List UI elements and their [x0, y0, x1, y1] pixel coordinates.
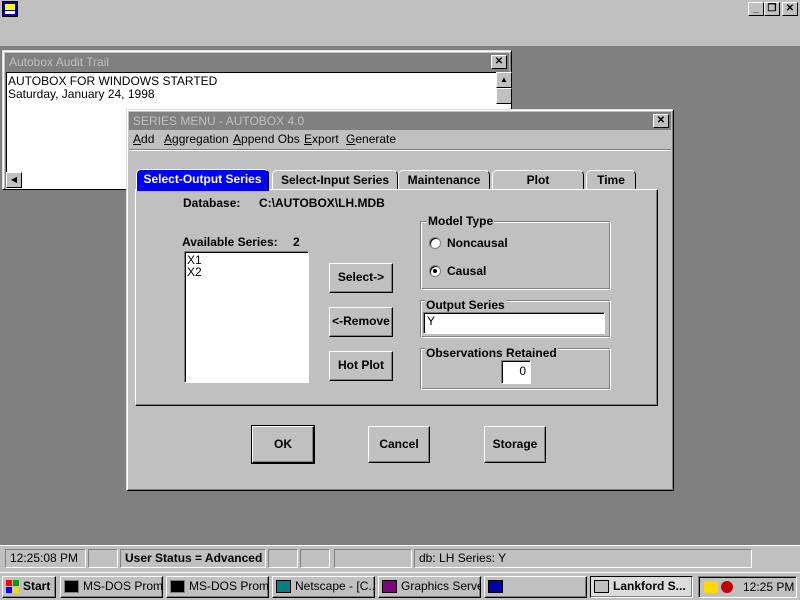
- observations-retained-group: Observations Retained 0: [420, 346, 611, 390]
- available-series-count: 2: [293, 235, 300, 249]
- status-user: User Status = Advanced: [120, 549, 266, 568]
- ms-dos-icon: [170, 580, 185, 593]
- task-label: Graphics Server: [401, 579, 481, 593]
- causal-label: Causal: [447, 264, 487, 278]
- storage-button[interactable]: Storage: [484, 426, 546, 463]
- app-toolbar-area: [0, 19, 800, 47]
- app-close-button[interactable]: ✕: [782, 2, 798, 16]
- series-menu-title: SERIES MENU - AUTOBOX 4.0: [133, 114, 305, 128]
- menu-export[interactable]: Export: [304, 132, 339, 146]
- netscape-icon: [276, 580, 291, 593]
- output-series-group: Output Series Y: [420, 298, 611, 338]
- model-type-group: Model Type Noncausal Causal: [420, 214, 611, 290]
- tab-plot[interactable]: Plot: [492, 170, 584, 190]
- observations-retained-field[interactable]: 0: [501, 360, 531, 384]
- menu-aggregation[interactable]: Aggregation: [164, 132, 229, 146]
- tab-select-input-series[interactable]: Select-Input Series: [272, 170, 398, 190]
- output-series-input[interactable]: Y: [423, 312, 605, 334]
- menu-add[interactable]: Add: [133, 132, 154, 146]
- tab-time[interactable]: Time: [586, 170, 636, 190]
- audit-trail-line: AUTOBOX FOR WINDOWS STARTED: [8, 74, 218, 88]
- tab-maintenance[interactable]: Maintenance: [398, 170, 490, 190]
- select-button[interactable]: Select->: [329, 263, 393, 293]
- tray-icon[interactable]: [704, 581, 718, 593]
- lankford-icon: [594, 580, 609, 593]
- remove-button[interactable]: <-Remove: [329, 307, 393, 337]
- task-netscape[interactable]: Netscape - [C...: [272, 576, 375, 598]
- series-menu-close-button[interactable]: ✕: [653, 114, 669, 128]
- app-restore-button[interactable]: ❐: [764, 2, 780, 16]
- status-db-info: db: LH Series: Y: [414, 549, 752, 568]
- noncausal-label: Noncausal: [447, 236, 508, 250]
- status-empty-panel: [88, 549, 118, 568]
- system-tray: 12:25 PM: [698, 576, 797, 598]
- status-empty-panel: [268, 549, 298, 568]
- app-minimize-button[interactable]: _: [748, 2, 764, 16]
- available-series-list[interactable]: X1 X2: [184, 251, 309, 383]
- menubar-divider: [129, 149, 671, 151]
- graphics-server-icon: [382, 580, 397, 593]
- status-empty-panel: [334, 549, 412, 568]
- ms-dos-icon: [64, 580, 79, 593]
- audit-trail-title: Autobox Audit Trail: [9, 55, 110, 69]
- hot-plot-button[interactable]: Hot Plot: [329, 351, 393, 381]
- top-app-bar: _ ❐ ✕: [0, 0, 800, 19]
- scroll-left-icon[interactable]: ◀: [6, 172, 22, 188]
- tray-icon[interactable]: [721, 581, 733, 593]
- app-icon[interactable]: [2, 1, 18, 17]
- cancel-button[interactable]: Cancel: [368, 426, 430, 463]
- tray-clock: 12:25 PM: [743, 580, 795, 594]
- task-label: Netscape - [C...: [295, 579, 375, 593]
- menu-append-obs[interactable]: Append Obs: [233, 132, 300, 146]
- audit-trail-line: Saturday, January 24, 1998: [8, 87, 155, 101]
- database-path: C:\AUTOBOX\LH.MDB: [259, 196, 385, 210]
- output-series-label: Output Series: [425, 298, 506, 312]
- task-label: MS-DOS Prompt: [189, 579, 269, 593]
- causal-radio[interactable]: [429, 265, 441, 277]
- audit-trail-titlebar[interactable]: Autobox Audit Trail ✕: [5, 53, 509, 71]
- windows-logo-icon: [6, 580, 20, 593]
- task-label: Lankford S...: [613, 579, 686, 593]
- observations-retained-label: Observations Retained: [425, 346, 558, 360]
- task-label: MS-DOS Prompt: [83, 579, 163, 593]
- series-menu-menubar: Add Aggregation Append Obs Export Genera…: [133, 132, 663, 148]
- tab-select-output-series[interactable]: Select-Output Series: [136, 169, 269, 191]
- model-type-label: Model Type: [427, 214, 495, 228]
- task-graphics-server[interactable]: Graphics Server: [378, 576, 481, 598]
- audit-trail-close-button[interactable]: ✕: [491, 55, 507, 69]
- tab-panel: Database: C:\AUTOBOX\LH.MDB Available Se…: [135, 189, 658, 406]
- task-ms-dos-1[interactable]: MS-DOS Prompt: [60, 576, 163, 598]
- start-label: Start: [23, 579, 51, 593]
- menu-generate[interactable]: Generate: [346, 132, 396, 146]
- task-ms-dos-2[interactable]: MS-DOS Prompt: [166, 576, 269, 598]
- list-item[interactable]: X2: [187, 265, 202, 279]
- scroll-up-icon[interactable]: ▲: [496, 72, 512, 88]
- vertical-scroll-thumb[interactable]: [496, 88, 512, 104]
- series-menu-window: SERIES MENU - AUTOBOX 4.0 ✕ Add Aggregat…: [126, 109, 674, 491]
- available-series-label: Available Series:: [182, 235, 278, 249]
- taskbar: Start MS-DOS Prompt MS-DOS Prompt Netsca…: [0, 572, 800, 600]
- task-autobox[interactable]: [484, 576, 587, 598]
- database-label: Database:: [183, 196, 241, 210]
- task-lankford[interactable]: Lankford S...: [590, 576, 693, 598]
- ok-button[interactable]: OK: [251, 425, 315, 464]
- noncausal-radio[interactable]: [429, 237, 441, 249]
- start-button[interactable]: Start: [2, 576, 56, 598]
- series-menu-titlebar[interactable]: SERIES MENU - AUTOBOX 4.0 ✕: [129, 112, 671, 130]
- autobox-icon: [488, 580, 503, 593]
- status-time: 12:25:08 PM: [5, 549, 86, 568]
- status-bar: 12:25:08 PM User Status = Advanced db: L…: [0, 545, 800, 572]
- status-empty-panel: [300, 549, 330, 568]
